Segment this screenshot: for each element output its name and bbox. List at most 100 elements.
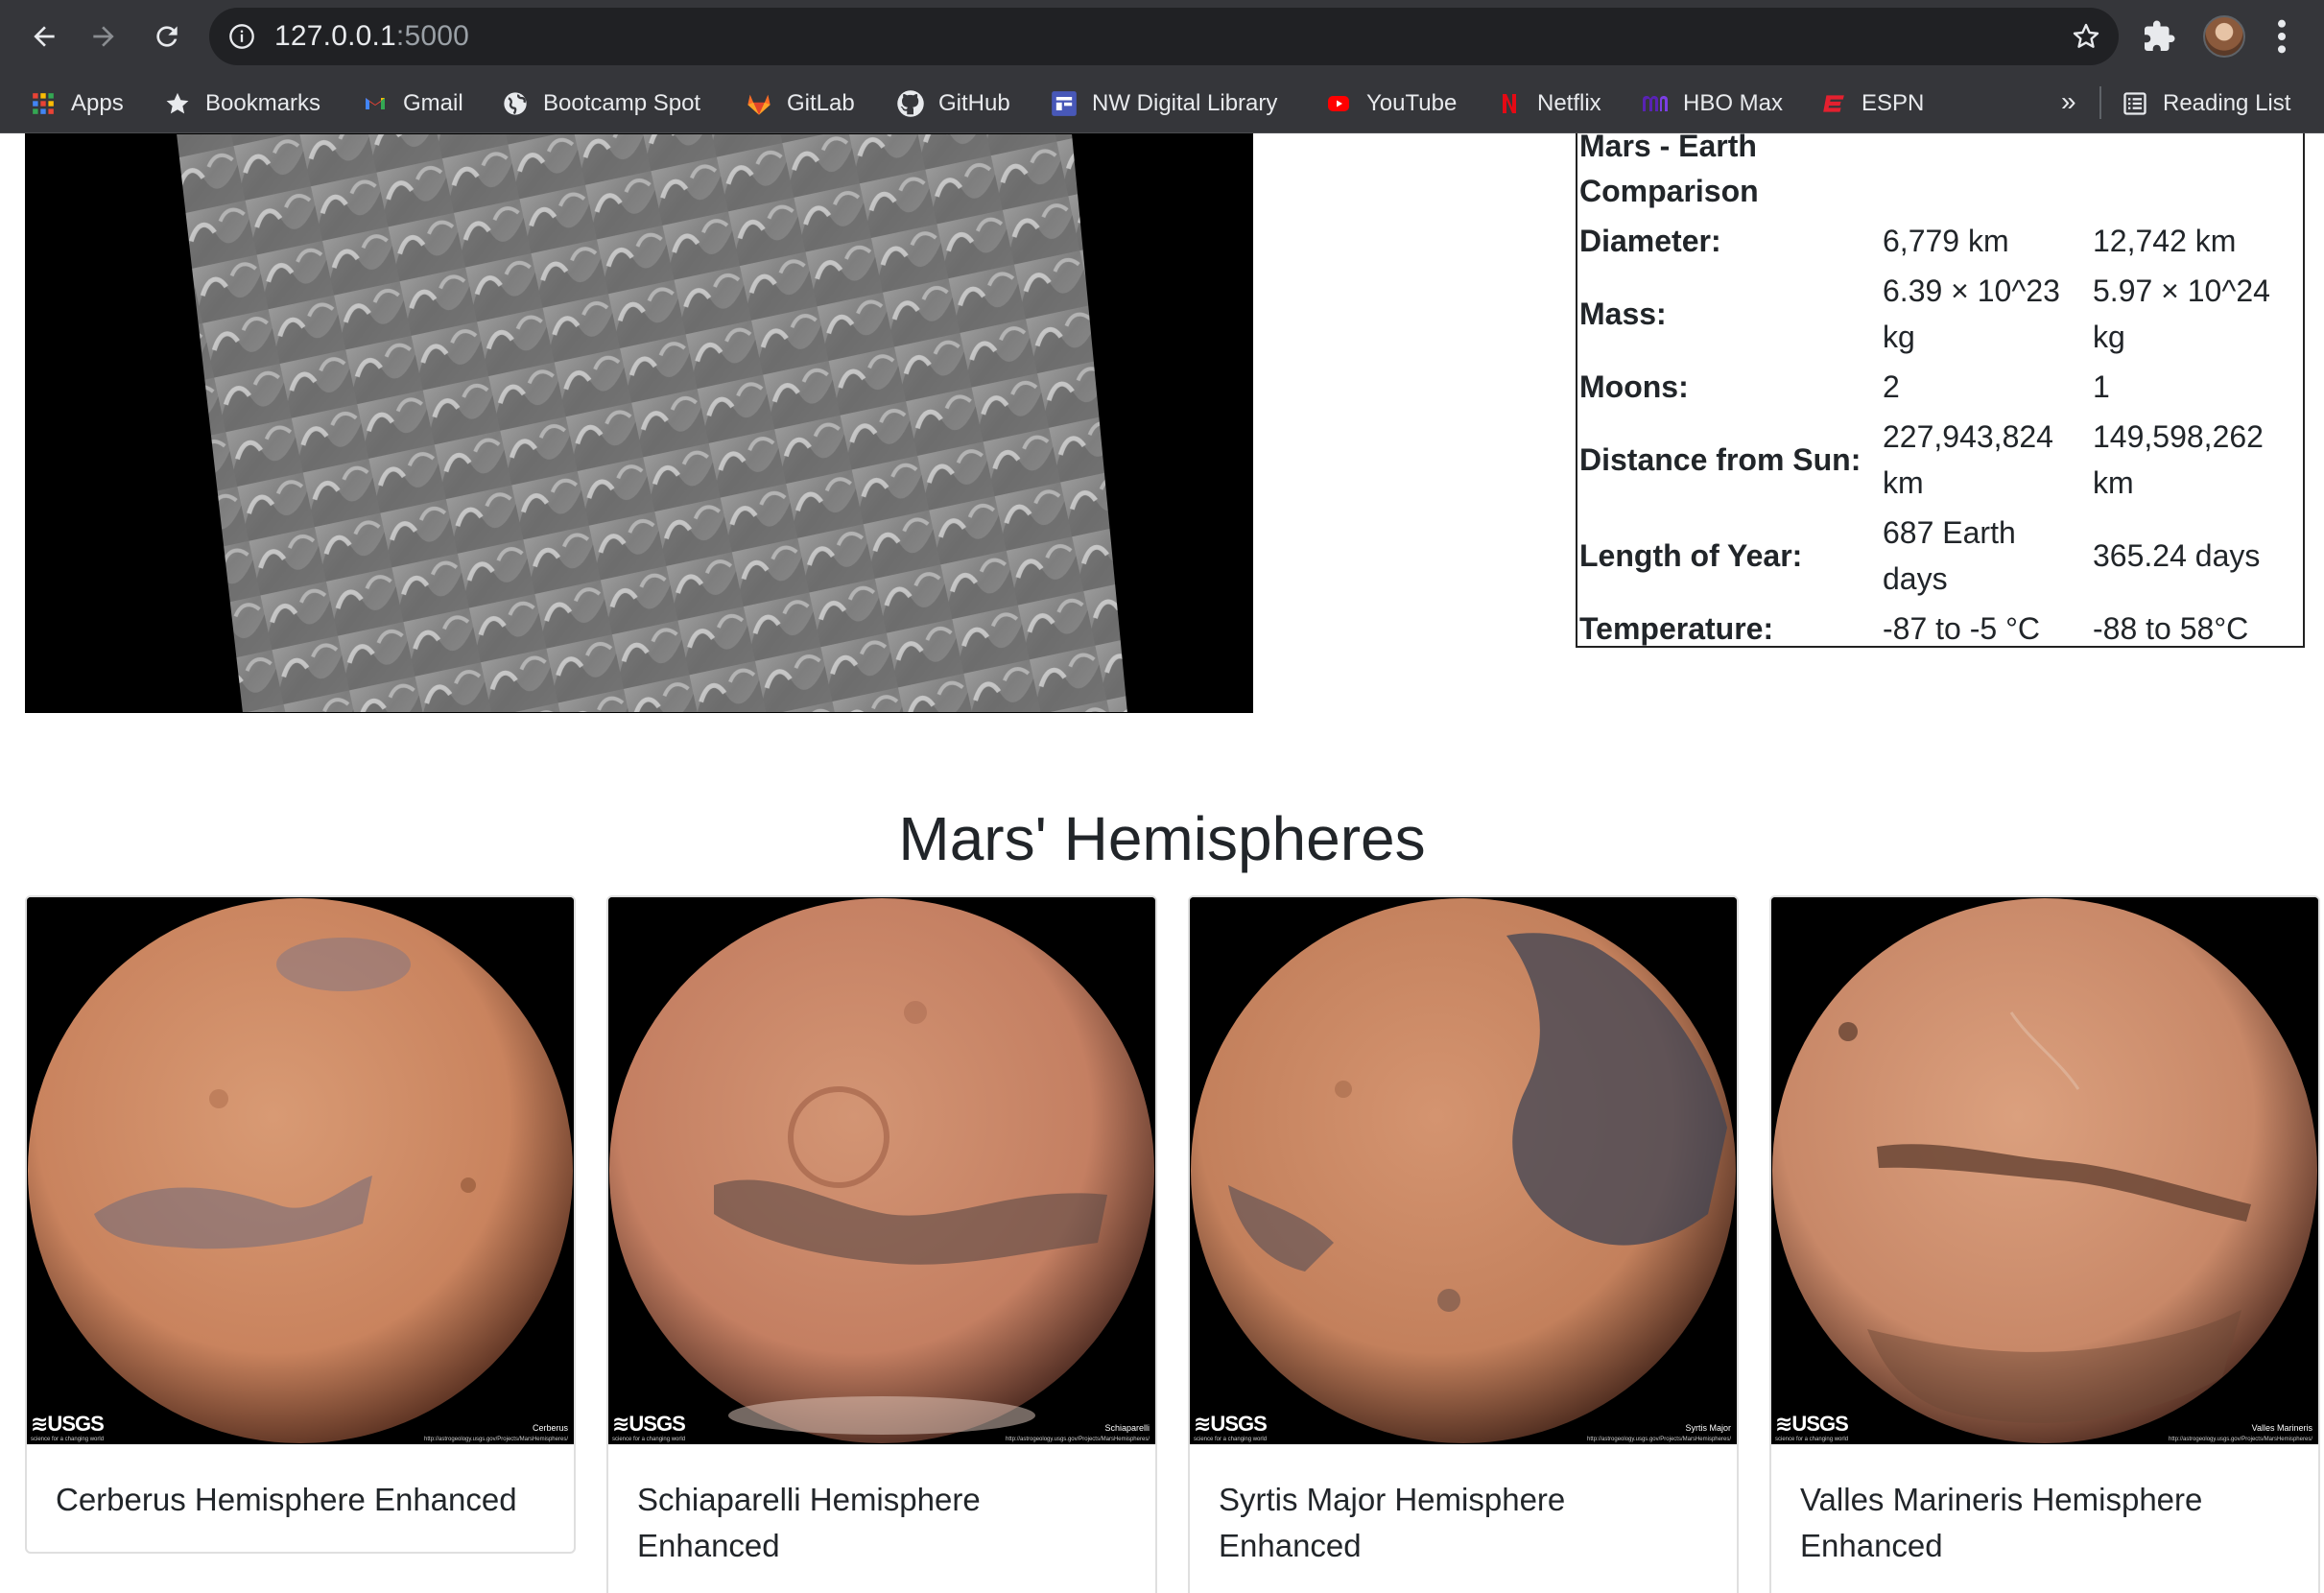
fact-mars-value: -87 to -5 °C [1883, 611, 2040, 646]
table-row: Temperature: -87 to -5 °C -88 to 58°C [1577, 604, 2303, 654]
star-icon [163, 89, 192, 118]
fact-label: Temperature: [1579, 611, 1774, 646]
bookmark-bootcamp-spot[interactable]: Bootcamp Spot [501, 73, 700, 133]
fact-mars-value: 6,779 km [1883, 224, 2009, 258]
bookmark-gitlab[interactable]: GitLab [745, 73, 855, 133]
hemisphere-card-valles-marineris[interactable]: ≋USGS science for a changing world Valle… [1769, 895, 2320, 1593]
fact-mars-value: 687 Earth days [1883, 515, 2016, 596]
url-text[interactable]: 127.0.0.1:5000 [274, 8, 469, 65]
usgs-logo: ≋USGS [612, 1412, 686, 1436]
reload-button[interactable] [146, 15, 188, 58]
mars-earth-facts-table: Mars - Earth Comparison Diameter: 6,779 … [1576, 133, 2305, 648]
reload-icon [156, 26, 178, 47]
reading-list-icon [2121, 89, 2149, 118]
bookmark-github[interactable]: GitHub [896, 73, 1010, 133]
hemisphere-image[interactable]: ≋USGS science for a changing world Valle… [1771, 897, 2318, 1444]
image-source-url: http://astrogeology.usgs.gov/Projects/Ma… [2169, 1437, 2312, 1442]
featured-mars-image [25, 133, 1253, 713]
globe-icon [501, 89, 530, 118]
fact-earth-value: -88 to 58°C [2093, 611, 2249, 646]
fact-label: Length of Year: [1579, 538, 1803, 573]
bookmarks-divider [2099, 86, 2101, 119]
hemisphere-card-cerberus[interactable]: ≋USGS science for a changing world Cerbe… [25, 895, 576, 1554]
bookmark-label: Gmail [403, 89, 463, 116]
fact-mars-value: 227,943,824 km [1883, 419, 2053, 500]
bookmark-star-icon[interactable] [2071, 21, 2101, 52]
mars-globe-image [1190, 897, 1737, 1444]
hemisphere-card-schiaparelli[interactable]: ≋USGS science for a changing world Schia… [606, 895, 1157, 1593]
hemisphere-image[interactable]: ≋USGS science for a changing world Syrti… [1190, 897, 1737, 1444]
bookmarks-bar: Apps Bookmarks Gmail Bootcamp Spot GitLa… [0, 73, 2324, 133]
bookmark-hbo-max[interactable]: HBO Max [1641, 73, 1783, 133]
netflix-icon [1495, 89, 1524, 118]
reading-list-button[interactable]: Reading List [2121, 73, 2290, 133]
hemisphere-card-syrtis-major[interactable]: ≋USGS science for a changing world Syrti… [1188, 895, 1739, 1593]
bookmark-label: NW Digital Library [1092, 89, 1278, 116]
fact-label: Moons: [1579, 369, 1689, 404]
browser-menu-icon[interactable] [2274, 17, 2289, 56]
fact-mars-value: 2 [1883, 369, 1900, 404]
hemisphere-image[interactable]: ≋USGS science for a changing world Cerbe… [27, 897, 574, 1444]
image-tag: Valles Marineris [2251, 1423, 2312, 1433]
bookmark-apps[interactable]: Apps [29, 73, 124, 133]
mars-globe-image [608, 897, 1155, 1444]
hemisphere-title[interactable]: Valles Marineris Hemisphere Enhanced [1771, 1444, 2318, 1593]
image-tag: Syrtis Major [1685, 1423, 1731, 1433]
fact-earth-value: 149,598,262 km [2093, 419, 2264, 500]
bookmark-label: Bootcamp Spot [543, 89, 701, 116]
more-bookmarks-button[interactable]: » [2061, 73, 2076, 133]
usgs-logo: ≋USGS [31, 1412, 105, 1436]
forward-button[interactable] [83, 15, 125, 58]
table-row: Mass: 6.39 × 10^23 kg 5.97 × 10^24 kg [1577, 266, 2303, 362]
table-row: Distance from Sun: 227,943,824 km 149,59… [1577, 412, 2303, 508]
image-source-url: http://astrogeology.usgs.gov/Projects/Ma… [1587, 1437, 1731, 1442]
fact-label: Diameter: [1579, 224, 1721, 258]
bookmark-youtube[interactable]: YouTube [1324, 73, 1457, 133]
image-tag: Cerberus [532, 1423, 568, 1433]
bookmark-gmail[interactable]: Gmail [361, 73, 463, 133]
espn-icon [1819, 89, 1848, 118]
bookmark-nw-digital-library[interactable]: NW Digital Library [1050, 73, 1277, 133]
facts-caption-line2: Comparison [1579, 174, 1759, 208]
dune-field-image [25, 133, 1253, 713]
bookmark-netflix[interactable]: Netflix [1495, 73, 1601, 133]
bookmark-bookmarks[interactable]: Bookmarks [163, 73, 320, 133]
url-host: 127.0.0.1 [274, 20, 396, 52]
fact-earth-value: 1 [2093, 369, 2110, 404]
bookmark-espn[interactable]: ESPN [1819, 73, 1924, 133]
back-button[interactable] [23, 15, 65, 58]
hemisphere-title[interactable]: Cerberus Hemisphere Enhanced [27, 1444, 574, 1552]
hemispheres-heading: Mars' Hemispheres [898, 804, 1426, 873]
bookmark-label: Bookmarks [205, 89, 321, 116]
fact-label: Mass: [1579, 297, 1667, 331]
forward-arrow-icon [93, 26, 114, 47]
reading-list-label: Reading List [2163, 89, 2291, 116]
table-row: Length of Year: 687 Earth days 365.24 da… [1577, 508, 2303, 604]
apps-grid-icon [29, 89, 58, 118]
hemisphere-title[interactable]: Schiaparelli Hemisphere Enhanced [608, 1444, 1155, 1593]
youtube-icon [1324, 89, 1353, 118]
browser-toolbar: 127.0.0.1:5000 [0, 0, 2324, 73]
back-arrow-icon [34, 26, 55, 47]
usgs-tagline: science for a changing world [612, 1437, 686, 1442]
github-icon [896, 89, 925, 118]
gitlab-icon [745, 89, 773, 118]
browser-chrome: 127.0.0.1:5000 Apps Bookmarks Gmail Boot… [0, 0, 2324, 133]
hemisphere-image[interactable]: ≋USGS science for a changing world Schia… [608, 897, 1155, 1444]
fact-earth-value: 365.24 days [2093, 538, 2261, 573]
extensions-puzzle-icon[interactable] [2142, 19, 2176, 54]
hemisphere-title[interactable]: Syrtis Major Hemisphere Enhanced [1190, 1444, 1737, 1593]
mars-globe-image [1771, 897, 2318, 1444]
site-info-icon[interactable] [228, 23, 255, 50]
usgs-logo: ≋USGS [1775, 1412, 1849, 1436]
image-tag: Schiaparelli [1104, 1423, 1150, 1433]
image-source-url: http://astrogeology.usgs.gov/Projects/Ma… [424, 1437, 568, 1442]
bookmark-label: YouTube [1366, 89, 1458, 116]
facts-caption: Mars - Earth Comparison [1577, 133, 2303, 216]
profile-avatar[interactable] [2203, 15, 2245, 58]
fact-earth-value: 5.97 × 10^24 kg [2093, 273, 2270, 354]
image-source-url: http://astrogeology.usgs.gov/Projects/Ma… [1006, 1437, 1150, 1442]
address-bar[interactable]: 127.0.0.1:5000 [209, 8, 2119, 65]
usgs-tagline: science for a changing world [31, 1437, 105, 1442]
bookmark-label: Netflix [1537, 89, 1601, 116]
